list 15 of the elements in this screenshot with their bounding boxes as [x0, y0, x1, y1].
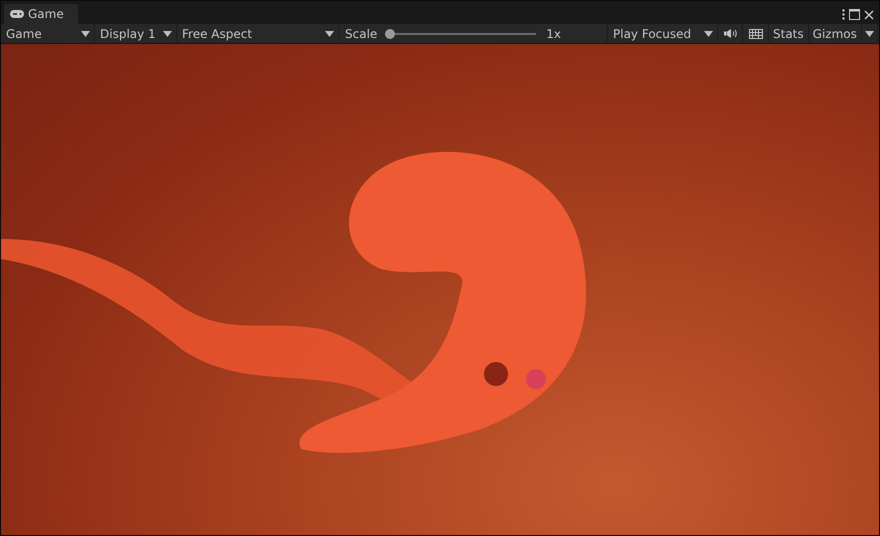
caret-icon [864, 30, 874, 36]
gamepad-icon [10, 10, 24, 18]
game-tab[interactable]: Game [4, 4, 78, 24]
speaker-icon [724, 29, 736, 38]
caret-icon [163, 30, 172, 36]
caret-icon [81, 30, 90, 36]
close-icon[interactable] [864, 10, 874, 20]
caret-icon [704, 30, 713, 36]
scale-label: Scale [345, 26, 378, 40]
more-options-icon[interactable] [842, 9, 845, 20]
caret-icon [325, 30, 334, 36]
keyboard-icon [748, 28, 762, 38]
slider-thumb[interactable] [385, 28, 396, 38]
scale-reading: 1x [546, 26, 562, 40]
maximize-icon[interactable] [849, 9, 860, 20]
